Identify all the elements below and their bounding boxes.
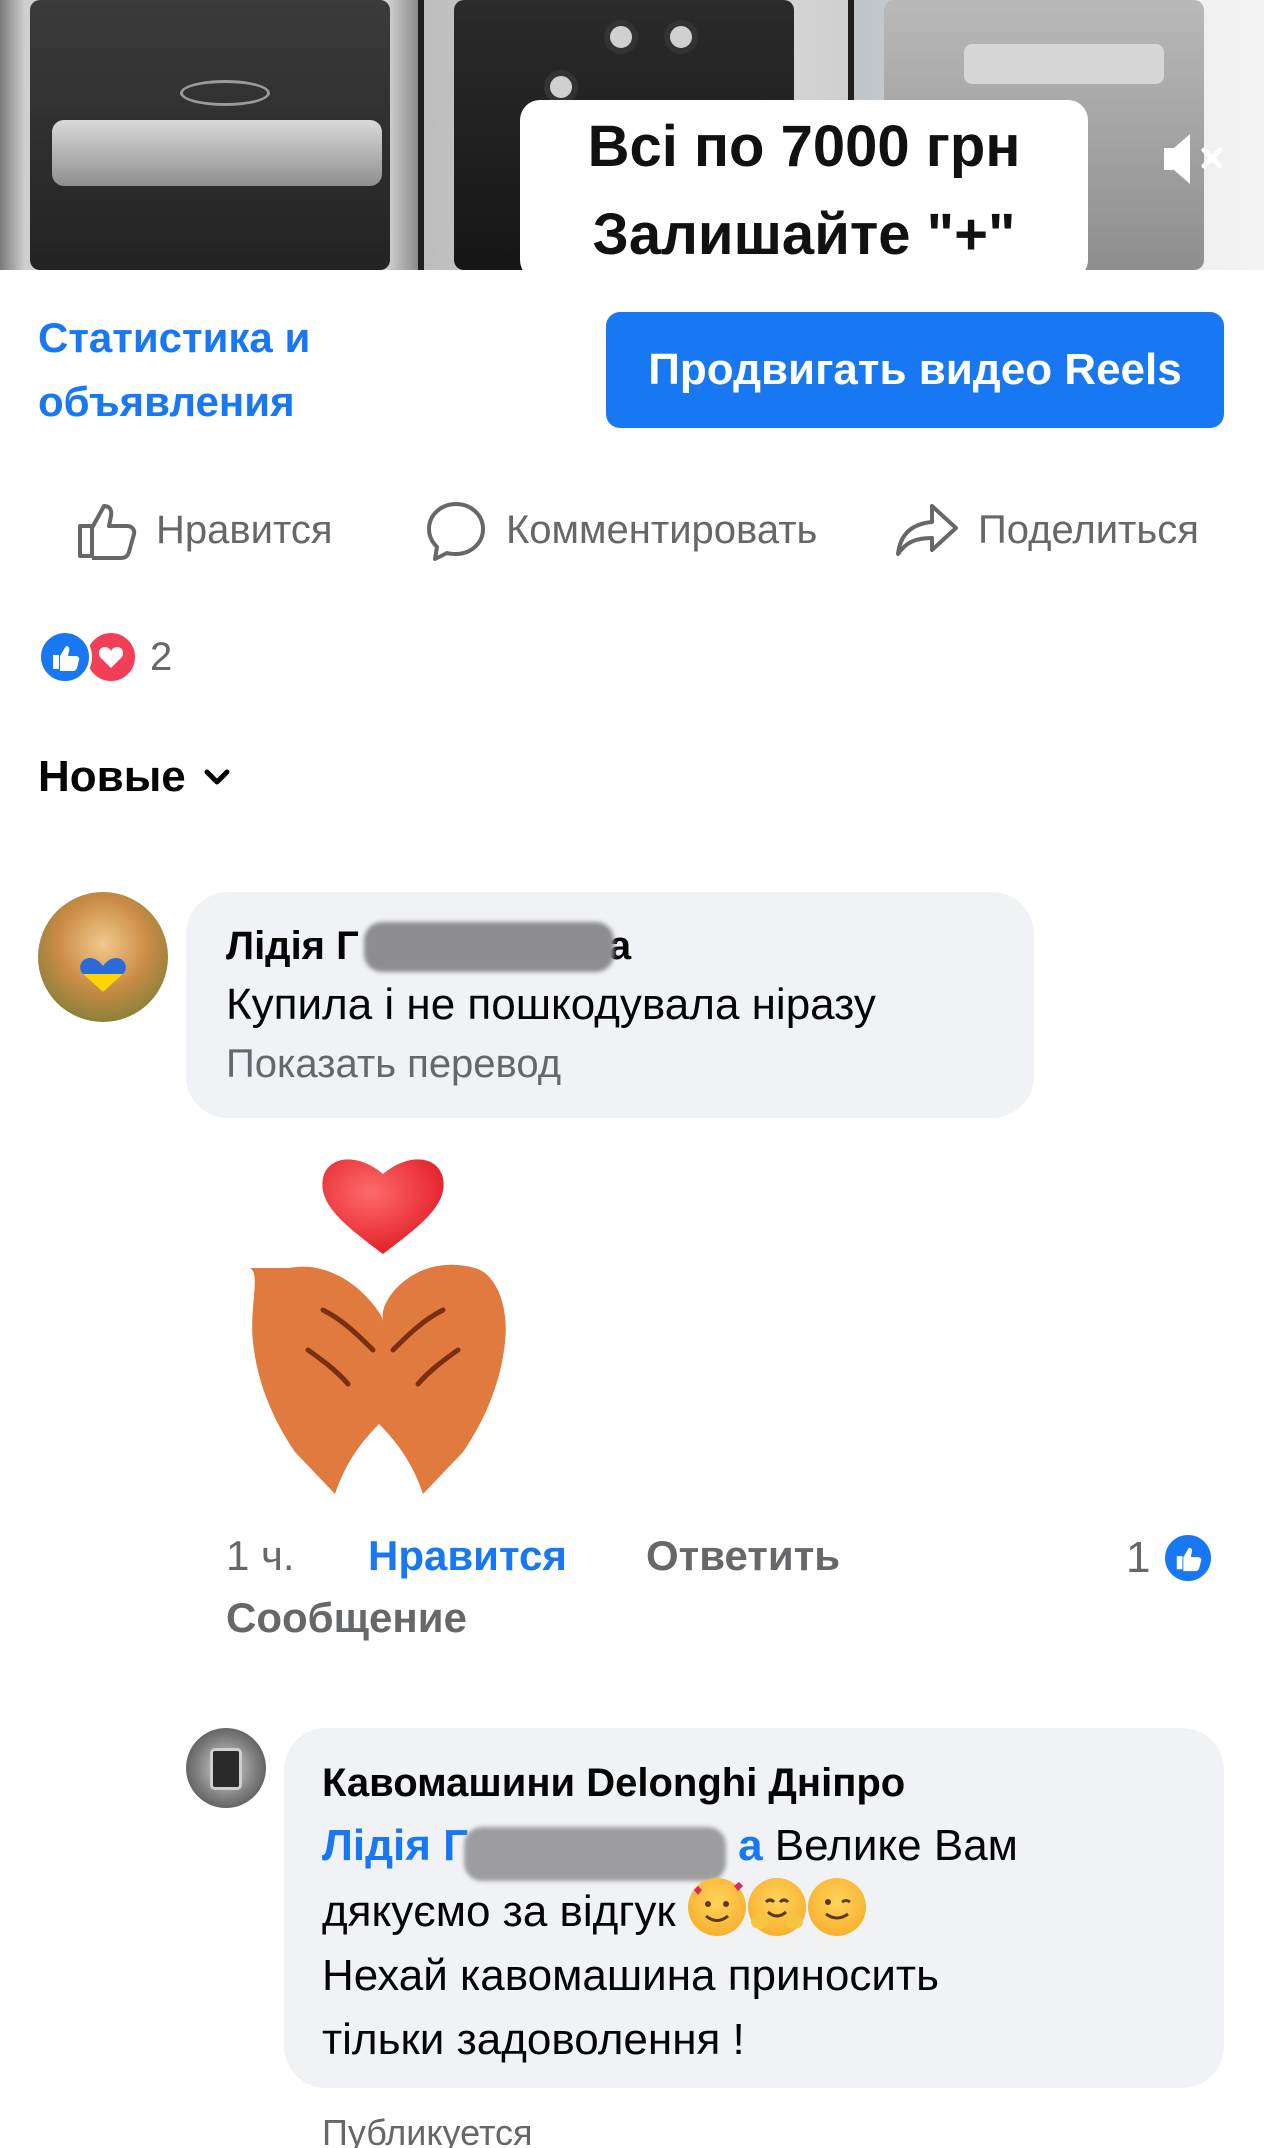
comment-label: Комментировать: [506, 507, 818, 552]
winking-face-icon: [807, 1878, 866, 1936]
avatar[interactable]: [38, 892, 168, 1022]
ukraine-heart-icon: [80, 958, 126, 992]
share-arrow-icon: [896, 504, 958, 556]
speaker-muted-icon[interactable]: [1156, 124, 1226, 194]
love-reaction-icon: [84, 630, 138, 684]
comment-timestamp: 1 ч.: [226, 1532, 295, 1579]
heart-hands-sticker[interactable]: [228, 1150, 538, 1502]
stats-and-ads-link[interactable]: Статистика и объявления: [38, 306, 368, 434]
redaction-mark: [364, 922, 614, 972]
show-translation-link[interactable]: Показать перевод: [226, 1036, 994, 1092]
video-frame-1: [0, 0, 418, 270]
comment-message-button[interactable]: Сообщение: [226, 1594, 467, 1642]
hugging-face-icon: [747, 1878, 806, 1936]
comment-author[interactable]: Лідія Га: [226, 918, 631, 974]
reaction-count: 2: [150, 634, 173, 679]
coffee-machine-image: [30, 0, 390, 270]
reaction-summary[interactable]: 2: [38, 628, 172, 686]
reply-author[interactable]: Кавомашини Delonghi Дніпро: [322, 1752, 1186, 1814]
avatar[interactable]: [186, 1728, 266, 1808]
share-label: Поделиться: [978, 507, 1199, 552]
mention-link[interactable]: Лідія Га: [322, 1821, 763, 1881]
comment-like-button[interactable]: Нравится: [368, 1532, 567, 1580]
caption-line-2: Залишайте "+": [592, 202, 1016, 267]
comment-reply-button[interactable]: Ответить: [646, 1532, 840, 1580]
comment-text: Купила і не пошкодувала ніразу: [226, 980, 876, 1029]
sort-label: Новые: [38, 752, 186, 801]
share-button[interactable]: Поделиться: [894, 490, 1199, 570]
caption-line-1: Всі по 7000 грн: [587, 114, 1021, 179]
comment-bubble-icon: [427, 502, 485, 561]
redaction-mark: [464, 1827, 726, 1881]
publishing-status: Публикуется: [322, 2112, 533, 2148]
smiling-face-with-hearts-icon: [687, 1878, 746, 1936]
comment-button[interactable]: Комментировать: [424, 490, 817, 570]
comment-bubble: Лідія Га Купила і не пошкодувала ніразу …: [186, 892, 1034, 1118]
thumbs-up-icon: [78, 504, 137, 560]
chevron-down-icon: [204, 769, 230, 785]
comment-like-count[interactable]: 1: [1126, 1532, 1215, 1584]
post-action-bar: Нравится Комментировать Поделиться: [0, 490, 1264, 570]
promote-reels-button[interactable]: Продвигать видео Reels: [606, 312, 1224, 428]
like-button[interactable]: Нравится: [74, 490, 333, 570]
reply-text: Лідія Га Велике Вам дякуємо за відгук Не…: [322, 1821, 1018, 2064]
like-reaction-icon: [38, 630, 92, 684]
reel-video[interactable]: Всі по 7000 грн Залишайте "+": [0, 0, 1264, 270]
comment-meta: 1 ч. Нравится Ответить Сообщение 1: [226, 1532, 1226, 1652]
like-label: Нравится: [156, 507, 333, 552]
like-reaction-icon: [1162, 1532, 1215, 1584]
reply-bubble: Кавомашини Delonghi Дніпро Лідія Га Вели…: [284, 1728, 1224, 2088]
comment-sort-dropdown[interactable]: Новые: [38, 752, 232, 802]
video-caption-overlay: Всі по 7000 грн Залишайте "+": [520, 100, 1088, 270]
